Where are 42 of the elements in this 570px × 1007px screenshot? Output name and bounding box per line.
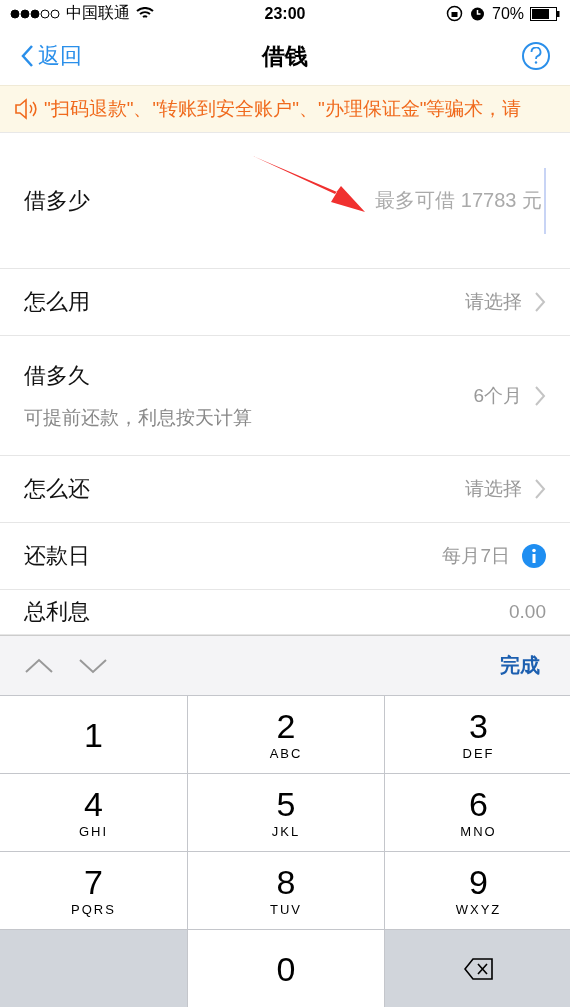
clock-time: 23:00 [264,4,306,23]
battery-icon [530,6,560,21]
keyboard-key[interactable]: 7 PQRS [0,852,187,929]
row-label: 还款日 [24,542,91,570]
row-value: 6个月 [473,383,522,408]
speaker-icon [14,98,38,121]
signal-icon [10,8,60,19]
row-label: 总利息 [24,598,91,626]
wifi-icon [136,7,154,21]
row-label: 怎么用 [24,288,91,316]
chevron-left-icon [20,44,34,69]
question-mark-icon [530,47,542,66]
page-title: 借钱 [262,41,308,71]
keyboard-key[interactable]: 1 [0,696,187,773]
keyboard-key[interactable]: 3 DEF [385,696,570,773]
help-button[interactable] [522,42,550,71]
row-hint: 可提前还款，利息按天计算 [24,405,253,430]
notice-text: "扫码退款"、"转账到安全账户"、"办理保证金"等骗术，请 [44,97,522,122]
row-label: 怎么还 [24,475,91,503]
chevron-icon [534,291,546,313]
chevron-icon [534,384,546,407]
info-icon[interactable] [522,544,546,568]
row-label: 借多少 [24,186,91,215]
keyboard-key[interactable]: 6 MNO [385,774,570,851]
done-button[interactable]: 完成 [494,651,546,680]
keyboard-key[interactable]: 4 GHI [0,774,187,851]
row-value: 0.00 [509,601,546,623]
row-label: 借多久 [24,361,91,390]
battery-percent: 70% [492,4,524,23]
keyboard-key[interactable]: 0 [188,930,384,1007]
keyboard-key[interactable]: 5 JKL [188,774,384,851]
alarm-icon [469,5,486,23]
row-value: 请选择 [465,290,522,314]
row-value: 每月7日 [442,544,510,568]
keyboard-key[interactable]: 9 WXYZ [385,852,570,929]
keyboard-key[interactable]: 2 ABC [188,696,384,773]
row-value: 请选择 [465,477,522,501]
backspace-icon [463,957,494,980]
chevron-icon [534,478,546,500]
rotation-lock-icon [446,5,463,23]
keyboard-key[interactable]: 8 TUV [188,852,384,929]
carrier-name: 中国联通 [66,3,130,24]
